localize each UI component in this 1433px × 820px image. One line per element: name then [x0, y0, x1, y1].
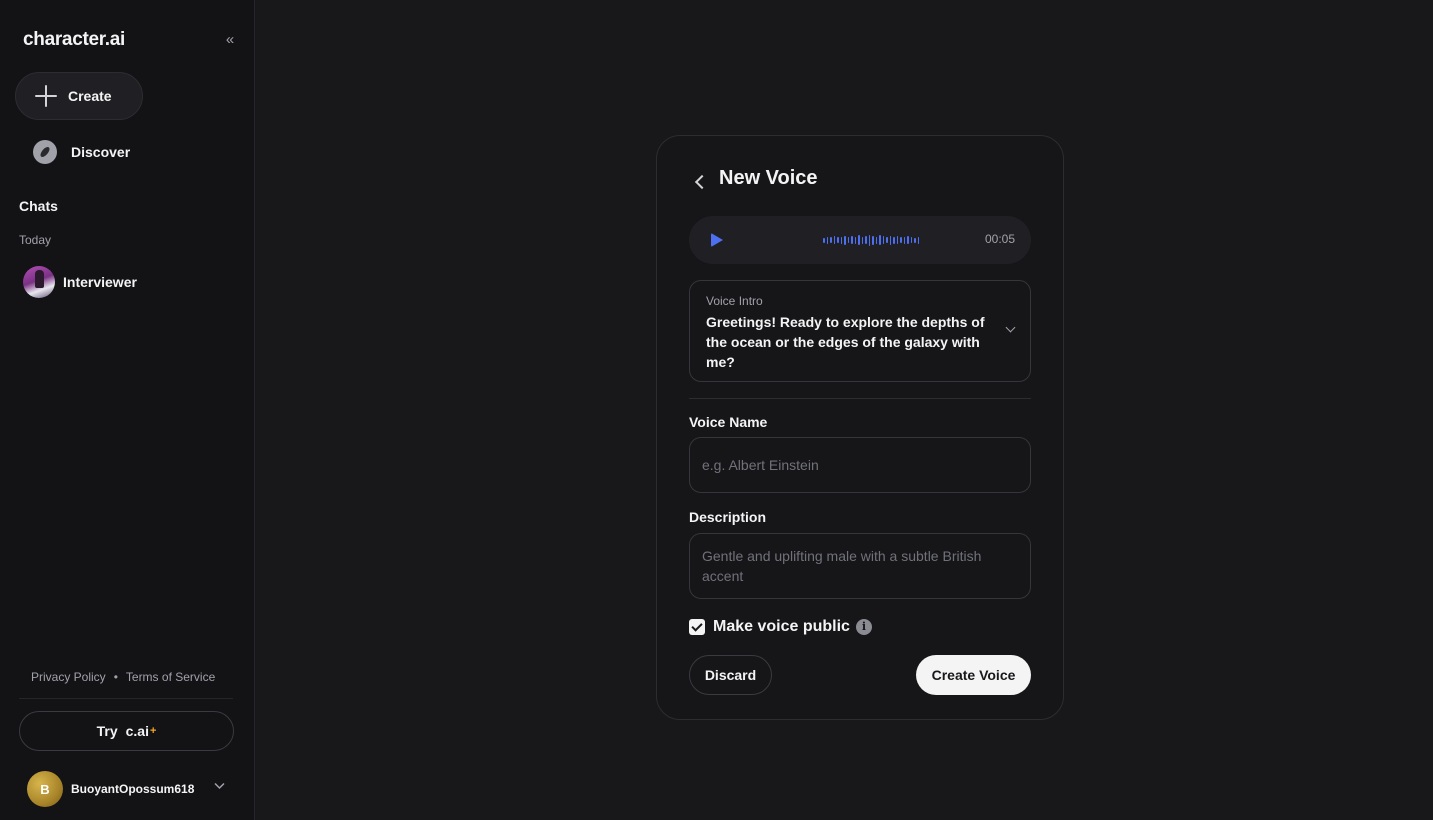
make-public-label[interactable]: Make voice public [713, 618, 850, 636]
sidebar-divider [19, 698, 233, 699]
sparkle-icon: + [149, 725, 157, 737]
create-button[interactable]: Create [15, 72, 143, 120]
sidebar: character.ai « Create Discover Chats Tod… [0, 0, 255, 820]
plus-brand-label: c.ai [125, 723, 149, 739]
create-voice-button[interactable]: Create Voice [916, 655, 1031, 695]
voice-intro-text: Greetings! Ready to explore the depths o… [706, 314, 985, 370]
voice-intro-label: Voice Intro [706, 294, 763, 308]
sidebar-item-label: Discover [71, 144, 131, 160]
user-menu[interactable]: B BuoyantOpossum618 [27, 771, 237, 807]
chat-item-interviewer[interactable]: Interviewer [19, 263, 239, 301]
sidebar-item-discover[interactable]: Discover [19, 134, 239, 170]
app-logo[interactable]: character.ai [23, 29, 125, 51]
waveform [823, 232, 919, 248]
footer-links: Privacy Policy • Terms of Service [31, 670, 215, 684]
plus-icon [35, 85, 57, 107]
page-title: New Voice [719, 167, 818, 189]
chevron-down-icon[interactable] [214, 781, 225, 793]
discard-button[interactable]: Discard [689, 655, 772, 695]
make-public-row: Make voice public i [689, 616, 872, 638]
play-icon[interactable] [711, 233, 723, 247]
terms-of-service-link[interactable]: Terms of Service [126, 670, 215, 684]
avatar: B [27, 771, 63, 807]
chevron-left-icon[interactable] [689, 168, 711, 194]
chat-item-label: Interviewer [63, 274, 137, 290]
compass-icon [33, 140, 57, 164]
voice-name-input[interactable] [689, 437, 1031, 493]
voice-name-label: Voice Name [689, 414, 768, 430]
description-label: Description [689, 509, 767, 525]
avatar [23, 266, 55, 298]
chevron-down-icon [1005, 322, 1016, 333]
make-public-checkbox[interactable] [689, 619, 705, 635]
footer-separator: • [113, 670, 118, 684]
privacy-policy-link[interactable]: Privacy Policy [31, 670, 106, 684]
voice-intro-select[interactable]: Voice Intro Greetings! Ready to explore … [689, 280, 1031, 382]
audio-player: 00:05 [689, 216, 1031, 264]
new-voice-card: New Voice 00:05 Voice Intro Greetings! R… [656, 135, 1064, 720]
try-label: Try [96, 723, 118, 739]
info-icon[interactable]: i [855, 619, 872, 635]
chats-group-label: Today [19, 233, 52, 247]
divider [689, 398, 1031, 399]
username: BuoyantOpossum618 [71, 782, 195, 796]
create-button-label: Create [68, 88, 112, 104]
chats-heading: Chats [19, 198, 58, 214]
collapse-sidebar-icon[interactable]: « [218, 29, 242, 51]
description-field[interactable] [689, 533, 1031, 599]
audio-duration: 00:05 [984, 232, 1015, 246]
try-plus-button[interactable]: Try c.ai + [19, 711, 234, 751]
